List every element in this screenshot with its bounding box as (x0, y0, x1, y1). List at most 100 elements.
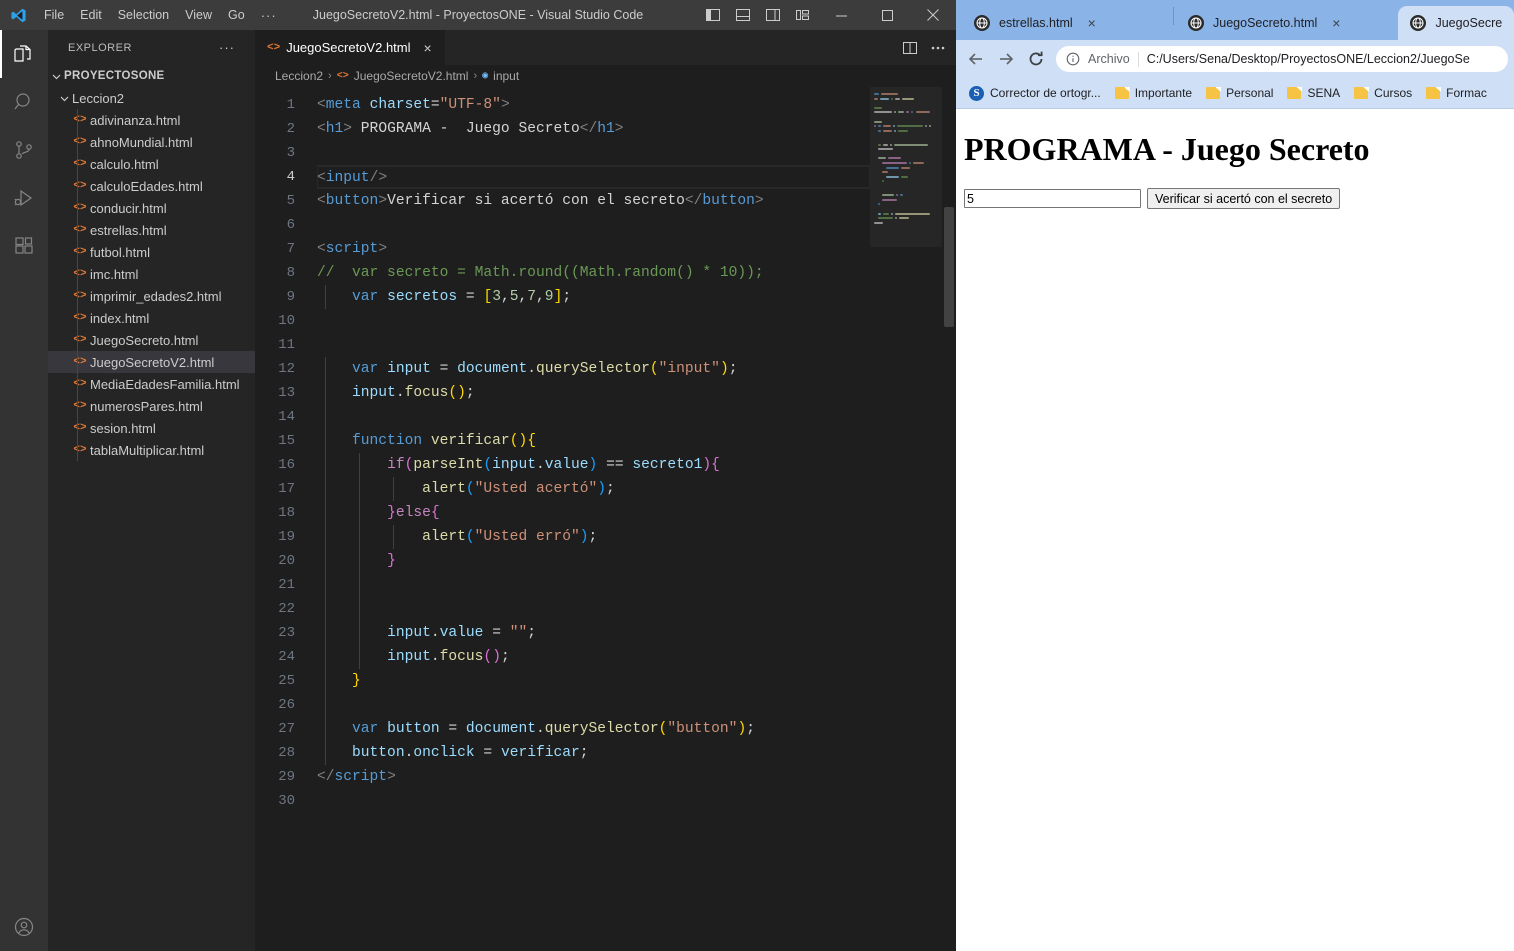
info-circle-icon[interactable] (1066, 52, 1080, 66)
minimap-line (874, 120, 883, 123)
tree-file-adivinanza-html[interactable]: <> adivinanza.html (48, 109, 255, 131)
menu-selection[interactable]: Selection (110, 4, 177, 26)
split-editor-icon[interactable] (902, 40, 918, 56)
browser-tab-juegosecreto[interactable]: JuegoSecreto.html × (1176, 6, 1398, 40)
page-title: PROGRAMA - Juego Secreto (964, 131, 1370, 167)
tree-file-sesion-html[interactable]: <> sesion.html (48, 417, 255, 439)
tree-file-mediaedadesfamilia-html[interactable]: <> MediaEdadesFamilia.html (48, 373, 255, 395)
editor-tab-juegosecretov2[interactable]: <> JuegoSecretoV2.html × (255, 30, 446, 65)
html-file-icon: <> (73, 290, 87, 302)
reload-icon[interactable] (1022, 45, 1050, 73)
globe-icon (1188, 15, 1205, 31)
code-editor[interactable]: 1 2 3 4 5 6 7 8 9 10 11 12 13 14 15 16 17 18 19 20 21 22 23 24 2… (255, 87, 956, 951)
tree-file-conducir-html[interactable]: <> conducir.html (48, 197, 255, 219)
indent-guide (325, 717, 326, 741)
editor-minimap[interactable] (870, 87, 942, 951)
tree-file-calculoedades-html[interactable]: <> calculoEdades.html (48, 175, 255, 197)
tree-root-proyectosone[interactable]: PROYECTOSONE (48, 65, 255, 87)
bookmark-importante[interactable]: Importante (1108, 83, 1199, 103)
line-number: 28 (278, 745, 295, 761)
html-file-icon: <> (73, 444, 87, 456)
toggle-primary-sidebar-icon[interactable] (698, 0, 728, 30)
breadcrumb-symbol[interactable]: input (493, 69, 519, 83)
activitybar-run-and-debug-icon[interactable] (0, 174, 48, 222)
forward-arrow-icon[interactable] (992, 45, 1020, 73)
line-number: 22 (278, 601, 295, 617)
guess-input[interactable] (964, 189, 1141, 208)
tree-file-juegosecreto-html[interactable]: <> JuegoSecreto.html (48, 329, 255, 351)
code-line: }else{ (317, 501, 870, 525)
toggle-secondary-sidebar-icon[interactable] (758, 0, 788, 30)
verify-button[interactable]: Verificar si acertó con el secreto (1147, 188, 1341, 209)
window-minimize-button[interactable] (818, 0, 864, 30)
tree-file-futbol-html[interactable]: <> futbol.html (48, 241, 255, 263)
tree-file-imprimir_edades2-html[interactable]: <> imprimir_edades2.html (48, 285, 255, 307)
tree-folder-leccion2[interactable]: Leccion2 (48, 87, 255, 109)
explorer-title: EXPLORER (68, 41, 132, 54)
code-line: <script> (317, 241, 388, 257)
line-number: 21 (278, 577, 295, 593)
toggle-panel-icon[interactable] (728, 0, 758, 30)
activitybar-explorer-icon[interactable] (0, 30, 48, 78)
bookmark-label: Importante (1134, 86, 1193, 100)
editor-tab-close-icon[interactable]: × (421, 40, 435, 56)
browser-tab-close-icon[interactable]: × (1088, 16, 1096, 30)
bookmark-personal[interactable]: Personal (1199, 83, 1280, 103)
vscode-logo-icon (0, 7, 36, 24)
code-line: } (317, 549, 870, 573)
bookmark-label: SENA (1307, 86, 1341, 100)
editor-actions (902, 30, 956, 65)
file-rows-container: <> adivinanza.html <> ahnoMundial.html <> cal… (48, 109, 255, 461)
tree-file-index-html[interactable]: <> index.html (48, 307, 255, 329)
tree-file-tablamultiplicar-html[interactable]: <> tablaMultiplicar.html (48, 439, 255, 461)
bookmark-sena[interactable]: SENA (1280, 83, 1347, 103)
activitybar-search-icon[interactable] (0, 78, 48, 126)
tree-file-imc-html[interactable]: <> imc.html (48, 263, 255, 285)
window-maximize-button[interactable] (864, 0, 910, 30)
activitybar-account-icon[interactable] (0, 903, 48, 951)
line-number: 8 (286, 265, 295, 281)
menu-overflow-icon[interactable]: ··· (253, 8, 285, 23)
tree-file-numerospares-html[interactable]: <> numerosPares.html (48, 395, 255, 417)
address-bar[interactable]: Archivo C:/Users/Sena/Desktop/ProyectosO… (1056, 46, 1508, 72)
code-line: <meta charset="UTF-8"> (317, 97, 510, 113)
html-file-icon: <> (73, 400, 87, 412)
back-arrow-icon[interactable] (962, 45, 990, 73)
menu-file[interactable]: File (36, 4, 72, 26)
tree-file-estrellas-html[interactable]: <> estrellas.html (48, 219, 255, 241)
code-content[interactable]: <meta charset="UTF-8"> <h1> PROGRAMA - Ju… (317, 87, 870, 951)
minimap-line (894, 143, 928, 146)
browser-tab-close-icon[interactable]: × (1332, 16, 1340, 30)
window-close-button[interactable] (910, 0, 956, 30)
indent-guide (393, 525, 394, 549)
minimap-line (890, 97, 893, 100)
tree-file-ahnomundial-html[interactable]: <> ahnoMundial.html (48, 131, 255, 153)
browser-tab-juegosecretov2-active[interactable]: JuegoSecre (1398, 6, 1514, 40)
explorer-more-icon[interactable]: ··· (219, 40, 235, 55)
menu-go[interactable]: Go (220, 4, 253, 26)
indent-guide (325, 405, 326, 429)
activitybar-extensions-icon[interactable] (0, 222, 48, 270)
customize-layout-icon[interactable] (788, 0, 818, 30)
globe-icon (1410, 15, 1427, 31)
editor-more-actions-icon[interactable] (930, 40, 946, 56)
bookmark-corrector[interactable]: S Corrector de ortogr... (962, 83, 1108, 104)
line-number: 7 (286, 241, 295, 257)
browser-tab-estrellas[interactable]: estrellas.html × (962, 6, 1171, 40)
html-file-icon: <> (336, 70, 349, 82)
menu-view[interactable]: View (177, 4, 220, 26)
tree-file-calculo-html[interactable]: <> calculo.html (48, 153, 255, 175)
breadcrumb-file[interactable]: JuegoSecretoV2.html (354, 69, 469, 83)
indent-guide (359, 501, 360, 525)
minimap-line (896, 125, 923, 128)
bookmark-formacion[interactable]: Formac (1419, 83, 1494, 103)
tree-file-juegosecretov2-html[interactable]: <> JuegoSecretoV2.html (48, 351, 255, 373)
bookmark-cursos[interactable]: Cursos (1347, 83, 1419, 103)
breadcrumb-folder[interactable]: Leccion2 (275, 69, 323, 83)
minimap-line (878, 217, 893, 220)
activitybar-source-control-icon[interactable] (0, 126, 48, 174)
scrollbar-thumb[interactable] (944, 207, 954, 327)
editor-scrollbar[interactable] (942, 87, 956, 951)
menu-edit[interactable]: Edit (72, 4, 110, 26)
